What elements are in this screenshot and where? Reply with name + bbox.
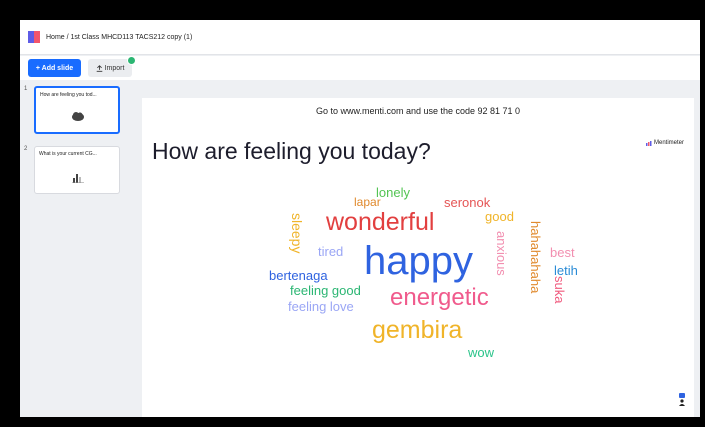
word-sleepy: sleepy xyxy=(289,213,305,254)
slide-number: 1 xyxy=(24,86,28,92)
top-bar: Home / 1st Class MHCD113 TACS212 copy (1… xyxy=(20,20,700,55)
toolbar: + Add slide Import xyxy=(20,56,700,80)
slide-thumbnail-2[interactable]: What is your current CG... xyxy=(34,146,120,194)
word-happy: happy xyxy=(364,239,473,283)
word-gembira: gembira xyxy=(372,316,463,344)
slide-thumbnail-1[interactable]: How are feeling you tod... xyxy=(34,86,120,134)
word-wonderful: wonderful xyxy=(326,208,435,236)
app-window: Home / 1st Class MHCD113 TACS212 copy (1… xyxy=(20,20,700,417)
wordcloud-icon xyxy=(72,112,84,121)
word-suka: suka xyxy=(552,276,567,304)
bar-chart-icon xyxy=(72,174,84,183)
word-lonely: lonely xyxy=(376,185,410,200)
word-good: good xyxy=(485,209,514,224)
word-anxious: anxious xyxy=(494,231,509,276)
import-label: Import xyxy=(104,64,125,72)
add-slide-button[interactable]: + Add slide xyxy=(28,59,81,77)
import-button[interactable]: Import xyxy=(88,59,132,77)
word-bertenaga: bertenaga xyxy=(269,268,328,283)
word-tired: tired xyxy=(318,244,344,259)
mentimeter-logo-icon[interactable] xyxy=(28,31,40,43)
breadcrumb[interactable]: Home / 1st Class MHCD113 TACS212 copy (1… xyxy=(46,34,192,41)
word-seronok: seronok xyxy=(444,195,491,210)
word-energetic: energetic xyxy=(390,284,489,311)
slide-thumbnail-title: How are feeling you tod... xyxy=(40,92,97,98)
word-hahahahaha: hahahahaha xyxy=(528,221,543,294)
word-feeling-love: feeling love xyxy=(288,299,354,314)
word-lapar: lapar xyxy=(354,195,381,209)
screenshot-frame: Home / 1st Class MHCD113 TACS212 copy (1… xyxy=(0,0,705,427)
word-wow: wow xyxy=(468,345,495,360)
word-best: best xyxy=(550,245,575,260)
participant-icon[interactable] xyxy=(678,393,686,407)
slide-number: 2 xyxy=(24,146,28,152)
slide-canvas[interactable]: Go to www.menti.com and use the code 92 … xyxy=(142,98,694,417)
upload-icon xyxy=(96,64,102,72)
slide-thumbnail-title: What is your current CG... xyxy=(39,151,97,157)
word-feeling-good: feeling good xyxy=(290,283,361,298)
slide-list: 1 How are feeling you tod... 2 What is y… xyxy=(20,82,125,417)
notification-dot xyxy=(127,56,136,65)
word-cloud: lonely lapar seronok wonderful good slee… xyxy=(142,98,694,417)
